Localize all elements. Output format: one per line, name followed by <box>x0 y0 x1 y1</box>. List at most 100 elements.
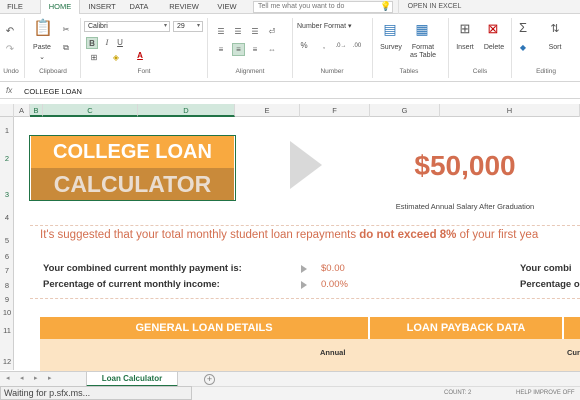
format-as-table-button[interactable]: Format as Table <box>406 44 440 60</box>
prev-sheet-icon[interactable]: ◂ <box>20 374 24 382</box>
font-color-button[interactable]: A <box>134 50 146 62</box>
paste-dropdown-icon[interactable]: ⌄ <box>35 54 49 62</box>
annual-column-label: Annual <box>320 348 346 357</box>
count-status: COUNT: 2 <box>444 390 472 396</box>
row-header-10[interactable]: 10 <box>0 308 14 317</box>
row-header-8[interactable]: 8 <box>0 281 14 290</box>
row-header-1[interactable]: 1 <box>0 126 14 135</box>
open-in-excel-button[interactable]: OPEN IN EXCEL <box>398 0 470 14</box>
row-header-7[interactable]: 7 <box>0 266 14 275</box>
column-headers: A B C D E F G H <box>0 104 580 117</box>
borders-icon[interactable]: ⊞ <box>88 52 100 64</box>
align-left-icon[interactable]: ≡ <box>215 44 227 56</box>
cell-selection-outline <box>29 135 236 201</box>
income-percentage-value[interactable]: 0.00% <box>321 279 348 290</box>
comma-style-icon[interactable]: , <box>318 40 330 52</box>
wrap-text-icon[interactable]: ⏎ <box>266 26 278 38</box>
column-header-c[interactable]: C <box>43 104 138 117</box>
align-center-icon[interactable]: ≡ <box>232 43 245 56</box>
format-as-table-icon[interactable]: ▦ <box>412 20 432 38</box>
sort-icon[interactable]: ⇅ <box>546 20 564 38</box>
cells-group-label: Cells <box>472 68 488 75</box>
column-header-a[interactable]: A <box>14 104 30 117</box>
waiting-tooltip: Waiting for p.sfx.ms... <box>0 386 192 400</box>
row-header-11[interactable]: 11 <box>0 326 14 335</box>
help-improve-link[interactable]: HELP IMPROVE OFF <box>516 390 575 396</box>
extra-header[interactable] <box>564 317 580 339</box>
autosum-icon[interactable]: Σ <box>516 21 530 34</box>
general-loan-details-header[interactable]: GENERAL LOAN DETAILS <box>40 317 368 339</box>
ribbon: ↶ ↷ Undo 📋 Paste ⌄ ✂ ⧉ Clipboard Calibri… <box>0 14 580 82</box>
column-header-g[interactable]: G <box>370 104 440 117</box>
survey-button[interactable]: Survey <box>376 44 406 52</box>
sheet-tab-loan-calculator[interactable]: Loan Calculator <box>86 372 178 387</box>
bold-button[interactable]: B <box>86 37 98 49</box>
tab-insert[interactable]: INSERT <box>84 0 120 14</box>
row-header-9[interactable]: 9 <box>0 295 14 304</box>
number-group-label: Number <box>320 68 344 75</box>
tell-me-input[interactable]: Tell me what you want to do <box>253 1 393 13</box>
row-header-12[interactable]: 12 <box>0 357 14 366</box>
clear-icon[interactable]: ◆ <box>516 42 530 54</box>
select-all-corner[interactable] <box>0 104 14 117</box>
row-header-4[interactable]: 4 <box>0 213 14 222</box>
align-bottom-icon[interactable]: ☰ <box>249 26 261 38</box>
first-sheet-icon[interactable]: ◂ <box>6 374 10 382</box>
next-sheet-icon[interactable]: ▸ <box>34 374 38 382</box>
bullet-arrow-icon <box>301 265 307 273</box>
last-sheet-icon[interactable]: ▸ <box>48 374 52 382</box>
monthly-payment-value[interactable]: $0.00 <box>321 263 345 274</box>
divider <box>30 225 580 226</box>
delete-button[interactable]: Delete <box>480 44 508 52</box>
formula-bar: fx COLLEGE LOAN <box>0 84 580 99</box>
column-header-b[interactable]: B <box>30 104 43 117</box>
decrease-decimal-icon[interactable]: .00 <box>350 40 364 52</box>
column-header-d[interactable]: D <box>138 104 235 117</box>
add-sheet-icon[interactable]: + <box>204 374 215 385</box>
cut-icon[interactable]: ✂ <box>60 24 72 36</box>
tables-group-label: Tables <box>399 68 419 75</box>
copy-icon[interactable]: ⧉ <box>60 42 72 54</box>
align-right-icon[interactable]: ≡ <box>249 44 261 56</box>
row-header-3[interactable]: 3 <box>0 190 14 199</box>
salary-value[interactable]: $50,000 <box>390 150 540 182</box>
undo-group-label: Undo <box>3 68 19 75</box>
row-header-5[interactable]: 5 <box>0 236 14 245</box>
sort-button[interactable]: Sort <box>544 44 566 52</box>
tab-review[interactable]: REVIEW <box>164 0 204 14</box>
italic-button[interactable]: I <box>101 37 113 49</box>
fill-color-icon[interactable]: ◈ <box>110 52 122 64</box>
suggestion-text: It's suggested that your total monthly s… <box>40 229 539 241</box>
monthly-payment-label: Your combined current monthly payment is… <box>43 263 242 274</box>
column-header-f[interactable]: F <box>300 104 370 117</box>
align-top-icon[interactable]: ☰ <box>215 26 227 38</box>
paste-label[interactable]: Paste <box>30 44 54 52</box>
percent-icon[interactable]: % <box>298 40 310 52</box>
loan-payback-data-header[interactable]: LOAN PAYBACK DATA <box>370 317 562 339</box>
tab-file[interactable]: FILE <box>4 0 26 14</box>
fx-icon: fx <box>6 86 13 95</box>
column-header-h[interactable]: H <box>440 104 580 117</box>
row-header-2[interactable]: 2 <box>0 154 14 163</box>
insert-button[interactable]: Insert <box>452 44 478 52</box>
editing-group-label: Editing <box>536 68 556 75</box>
undo-icon[interactable]: ↶ <box>4 26 16 38</box>
number-format-select[interactable]: Number Format ▾ <box>297 23 363 31</box>
column-header-e[interactable]: E <box>235 104 300 117</box>
insert-cells-icon[interactable]: ⊞ <box>456 20 474 38</box>
delete-cells-icon[interactable]: ⊠ <box>484 20 502 38</box>
row-header-6[interactable]: 6 <box>0 252 14 261</box>
formula-input[interactable]: COLLEGE LOAN <box>24 87 82 96</box>
redo-icon[interactable]: ↷ <box>4 44 16 56</box>
survey-icon[interactable]: ▤ <box>380 20 400 38</box>
tab-view[interactable]: VIEW <box>212 0 242 14</box>
tab-home[interactable]: HOME <box>40 0 80 15</box>
tab-data[interactable]: DATA <box>124 0 154 14</box>
underline-button[interactable]: U <box>114 37 126 49</box>
merge-center-icon[interactable]: ⇔ <box>266 44 278 56</box>
font-size-select[interactable]: 29 ▾ <box>173 21 203 32</box>
font-name-select[interactable]: Calibri ▾ <box>84 21 170 32</box>
increase-decimal-icon[interactable]: .0→ <box>334 40 348 52</box>
paste-icon[interactable]: 📋 <box>33 20 53 38</box>
align-middle-icon[interactable]: ☰ <box>232 26 244 38</box>
